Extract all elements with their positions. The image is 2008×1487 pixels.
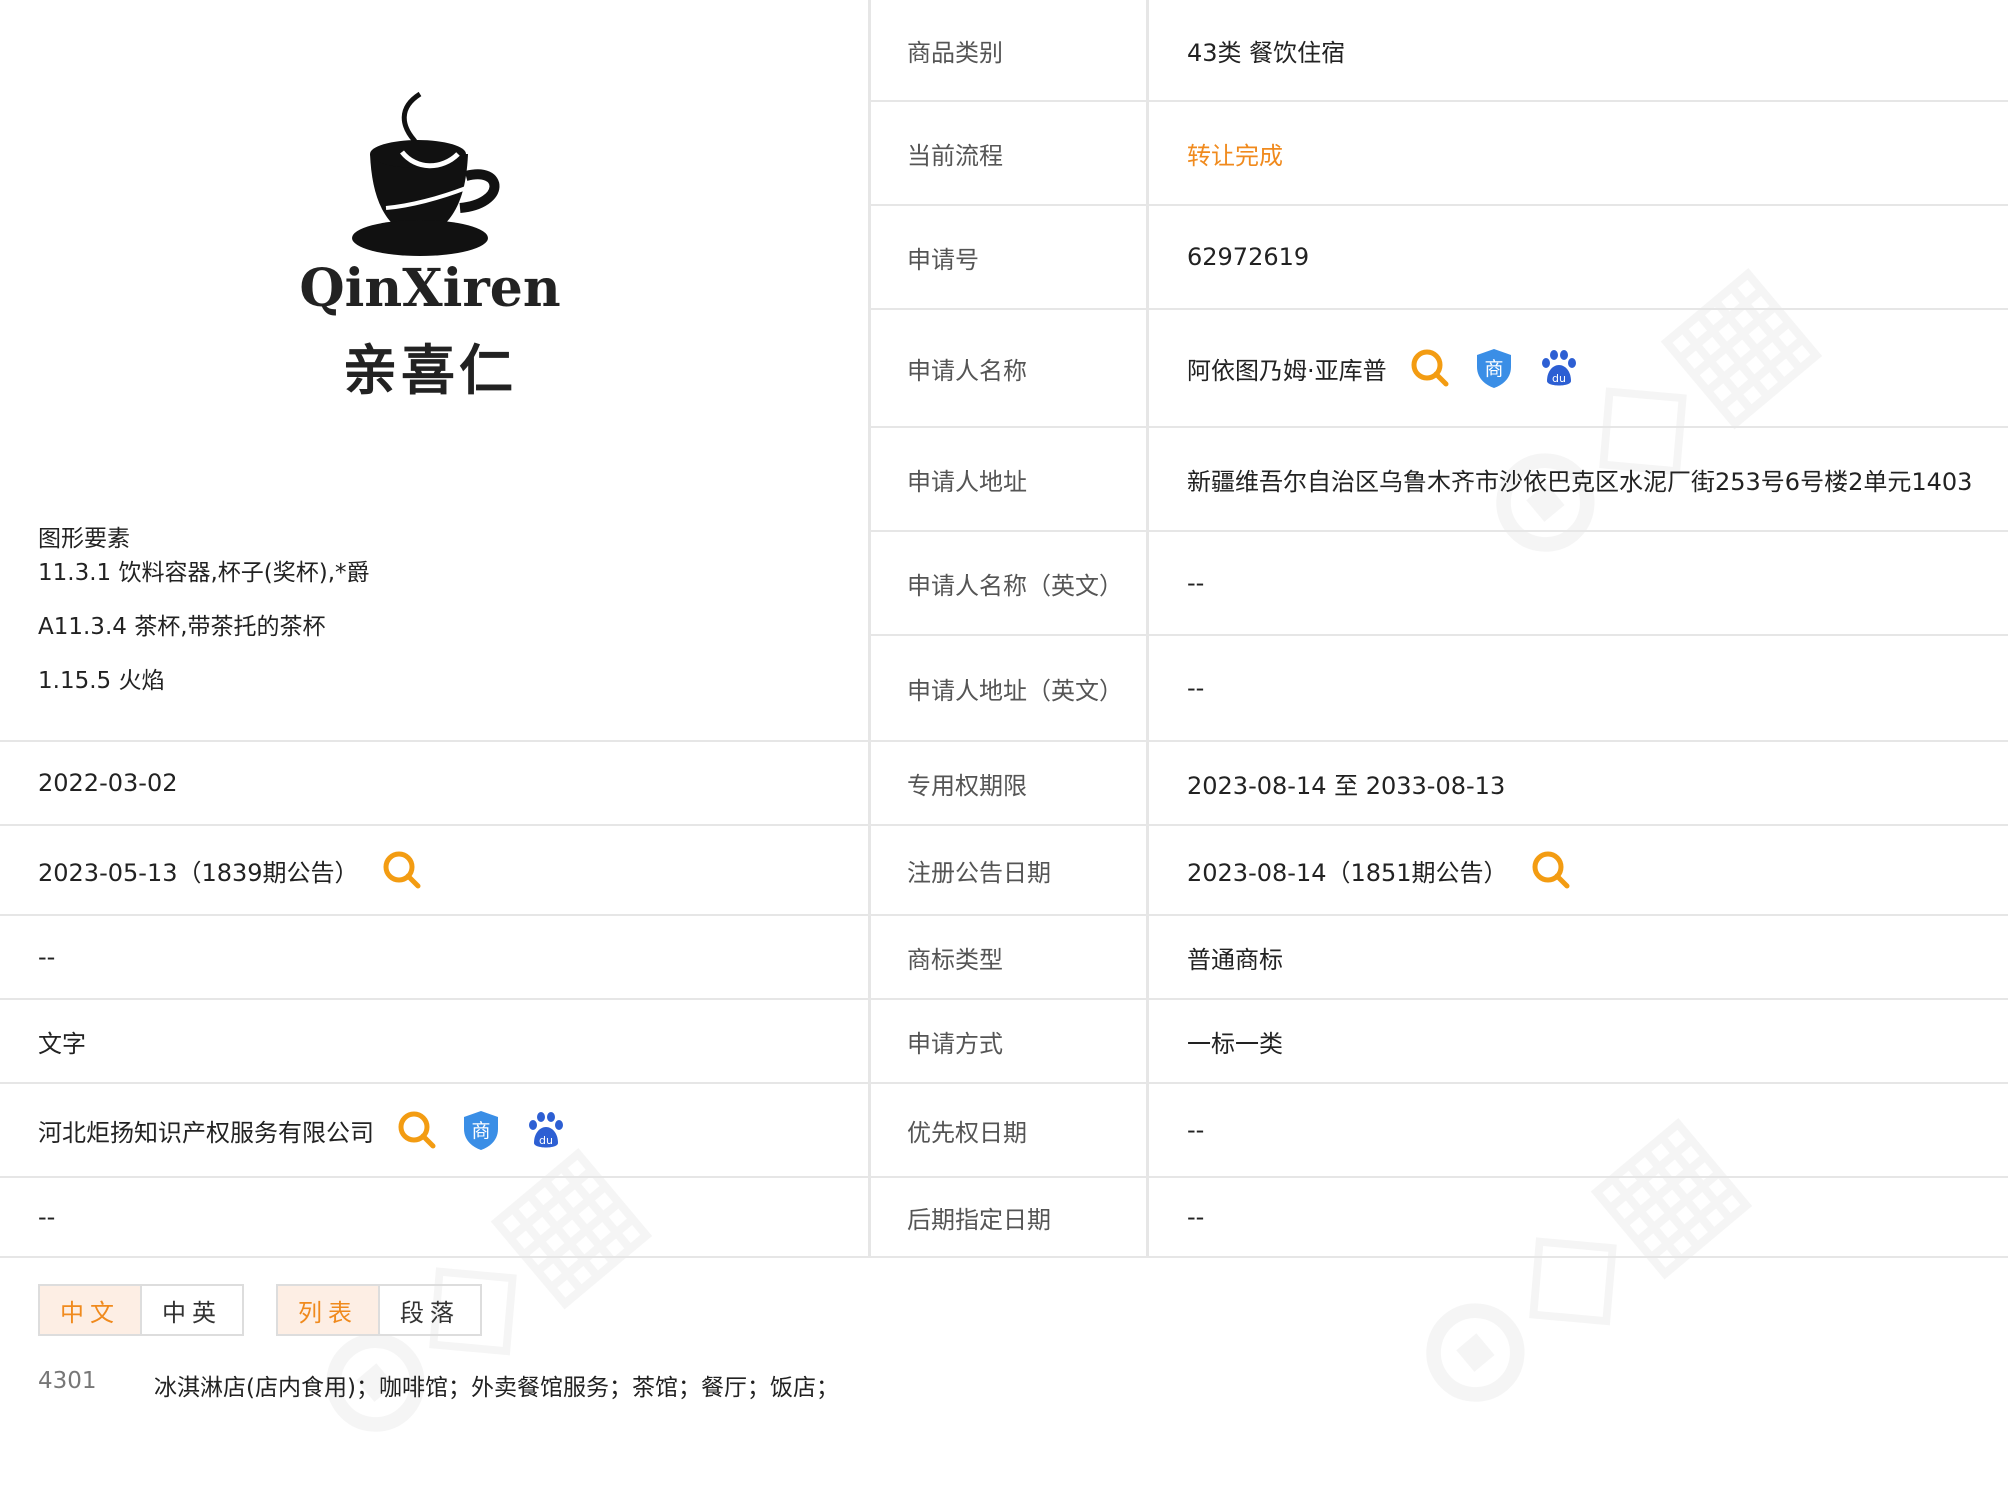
row-value: 阿依图乃姆·亚库普 商 du	[1149, 347, 1579, 389]
row-label: 申请人名称	[871, 310, 1149, 426]
row-label: 商标类型	[871, 916, 1149, 998]
row-value: 2023-08-14 至 2033-08-13	[1187, 771, 1506, 800]
layout-toggle: 列表 段落	[276, 1284, 482, 1336]
agent-value: 河北炬扬知识产权服务有限公司	[38, 1118, 374, 1147]
row-value: 新疆维吾尔自治区乌鲁木齐市沙依巴克区水泥厂街253号6号楼2单元1403	[1187, 467, 1973, 496]
figure-element-item: 1.15.5 火焰	[38, 668, 165, 694]
logo-text-cn: 亲喜仁	[343, 339, 517, 402]
row-label: 申请人地址	[871, 428, 1149, 530]
intl-reg-date-row: --	[0, 916, 868, 1000]
search-icon[interactable]	[1530, 849, 1572, 891]
info-row-applicant: 申请人名称 阿依图乃姆·亚库普 商 du	[871, 310, 2008, 428]
logo-area: QinXiren 亲喜仁 图形要素 11.3.1 饮料容器,杯子(奖杯),*爵 …	[0, 0, 868, 742]
row-label: 后期指定日期	[871, 1178, 1149, 1256]
search-icon[interactable]	[1409, 347, 1451, 389]
search-icon[interactable]	[381, 849, 423, 891]
paragraph-view-button[interactable]: 段落	[378, 1286, 480, 1334]
row-value: 62972619	[1187, 243, 1310, 271]
goods-code: 4301	[38, 1368, 97, 1394]
svg-text:du: du	[1552, 372, 1566, 385]
info-row-app-no: 申请号 62972619	[871, 206, 2008, 310]
svg-text:du: du	[539, 1134, 553, 1147]
figure-elements-title: 图形要素	[38, 526, 130, 552]
baidu-paw-icon[interactable]: du	[1537, 347, 1579, 389]
row-value: 一标一类	[1187, 1029, 1283, 1058]
last-left-value: --	[38, 1203, 56, 1231]
info-row-priority-date: 优先权日期 --	[871, 1084, 2008, 1178]
apply-date-value: 2022-03-02	[38, 769, 178, 797]
mark-form-value: 文字	[38, 1029, 86, 1058]
info-row-apply-method: 申请方式 一标一类	[871, 1000, 2008, 1084]
row-value: 43类 餐饮住宿	[1187, 38, 1346, 67]
info-row-reg-announce: 注册公告日期 2023-08-14（1851期公告）	[871, 826, 2008, 916]
prelim-announce-value: 2023-05-13（1839期公告）	[38, 858, 359, 887]
row-label: 申请人名称（英文）	[871, 532, 1149, 634]
baidu-paw-icon[interactable]: du	[524, 1109, 566, 1151]
svg-text:商: 商	[1484, 358, 1503, 380]
row-value: --	[1187, 1116, 1205, 1144]
lang-cn-en-button[interactable]: 中英	[140, 1286, 242, 1334]
agent-row: 河北炬扬知识产权服务有限公司 商 du	[0, 1084, 868, 1178]
row-value: --	[1187, 1203, 1205, 1231]
mark-form-row: 文字	[0, 1000, 868, 1084]
logo-text-en: QinXiren	[299, 258, 561, 319]
goods-items: 冰淇淋店(店内食用)；咖啡馆；外卖餐馆服务；茶馆；餐厅；饭店；	[154, 1375, 839, 1401]
row-label: 商品类别	[871, 0, 1149, 100]
list-view-button[interactable]: 列表	[278, 1286, 378, 1334]
info-row-process: 当前流程 转让完成	[871, 102, 2008, 206]
figure-element-item: 11.3.1 饮料容器,杯子(奖杯),*爵	[38, 560, 370, 586]
row-value: 2023-08-14（1851期公告）	[1149, 849, 1572, 891]
figure-elements: 图形要素 11.3.1 饮料容器,杯子(奖杯),*爵 A11.3.4 茶杯,带茶…	[38, 522, 370, 718]
info-row-address-en: 申请人地址（英文） --	[871, 636, 2008, 742]
figure-element-item: A11.3.4 茶杯,带茶托的茶杯	[38, 614, 326, 640]
row-label: 申请号	[871, 206, 1149, 308]
applicant-name: 阿依图乃姆·亚库普	[1187, 356, 1387, 385]
search-icon[interactable]	[396, 1109, 438, 1151]
view-toggle-bar: 中文 中英 列表 段落	[38, 1284, 514, 1336]
info-row-later-designation: 后期指定日期 --	[871, 1178, 2008, 1258]
shield-shang-icon[interactable]: 商	[460, 1109, 502, 1151]
row-value: --	[1187, 674, 1205, 702]
trademark-logo: QinXiren 亲喜仁	[290, 88, 570, 402]
info-row-goods-class: 商品类别 43类 餐饮住宿	[871, 0, 2008, 102]
info-row-exclusive-period: 专用权期限 2023-08-14 至 2033-08-13	[871, 742, 2008, 826]
prelim-announce-row: 2023-05-13（1839期公告）	[0, 826, 868, 916]
row-label: 注册公告日期	[871, 826, 1149, 914]
language-toggle: 中文 中英	[38, 1284, 244, 1336]
last-left-row: --	[0, 1178, 868, 1258]
info-row-address: 申请人地址 新疆维吾尔自治区乌鲁木齐市沙依巴克区水泥厂街253号6号楼2单元14…	[871, 428, 2008, 532]
shield-shang-icon[interactable]: 商	[1473, 347, 1515, 389]
row-label: 优先权日期	[871, 1084, 1149, 1176]
row-value: --	[1187, 569, 1205, 597]
row-label: 申请方式	[871, 1000, 1149, 1082]
row-label: 专用权期限	[871, 742, 1149, 824]
svg-text:商: 商	[471, 1120, 490, 1142]
info-row-applicant-en: 申请人名称（英文） --	[871, 532, 2008, 636]
row-value: 转让完成	[1187, 141, 1283, 170]
intl-reg-date-value: --	[38, 943, 56, 971]
goods-list-item: 4301 冰淇淋店(店内食用)；咖啡馆；外卖餐馆服务；茶馆；餐厅；饭店；	[38, 1368, 839, 1402]
info-row-mark-type: 商标类型 普通商标	[871, 916, 2008, 1000]
row-value: 普通商标	[1187, 945, 1283, 974]
row-label: 当前流程	[871, 102, 1149, 204]
row-label: 申请人地址（英文）	[871, 636, 1149, 740]
apply-date-row: 2022-03-02	[0, 742, 868, 826]
reg-announce-value: 2023-08-14（1851期公告）	[1187, 858, 1508, 887]
lang-cn-button[interactable]: 中文	[40, 1286, 140, 1334]
